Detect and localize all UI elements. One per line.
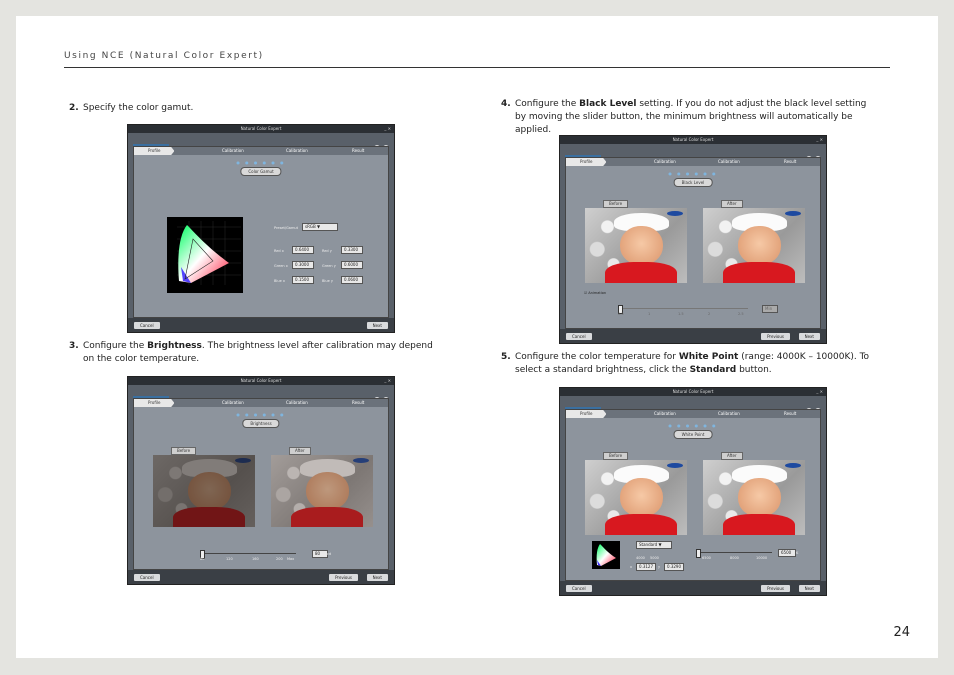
step-5: 5. Configure the color temperature for W… [501, 352, 870, 375]
previous-button[interactable]: Previous [761, 333, 790, 340]
black-level-slider[interactable] [618, 305, 748, 314]
screenshot-white-point: Natural Color Expert_ ✕ Calibration Unif… [559, 387, 827, 596]
cancel-button[interactable]: Cancel [566, 333, 592, 340]
step-calibration: Calibration [222, 148, 244, 153]
step-3: 3. Configure the Brightness. The brightn… [69, 341, 433, 364]
next-button[interactable]: Next [366, 322, 388, 329]
coord-label: Blue x [274, 279, 285, 283]
brightness-value-field[interactable]: 80 [312, 550, 328, 558]
preset-label: Preset/Gamut [274, 226, 298, 230]
next-button[interactable]: Next [798, 333, 820, 340]
section-pill: White Point [673, 430, 713, 439]
screenshot-color-gamut: Natural Color Expert_ ✕ Calibration Unif… [127, 124, 395, 333]
cancel-button[interactable]: Cancel [566, 585, 592, 592]
coord-field[interactable]: 0.6000 [341, 261, 363, 269]
step-text: Specify the color gamut. [83, 103, 194, 113]
screenshot-black-level: Natural Color Expert_ ✕ Calibration Unif… [559, 135, 827, 344]
before-label: Before [603, 200, 629, 208]
window-titlebar: Natural Color Expert _ ✕ [128, 125, 394, 133]
brightness-slider[interactable] [200, 550, 296, 559]
previous-button[interactable]: Previous [761, 585, 790, 592]
step-bar: Profile Calibration Calibration Result [134, 147, 388, 155]
cie-chart [167, 217, 243, 293]
previous-button[interactable]: Previous [329, 574, 358, 581]
coord-field[interactable]: 0.6400 [292, 246, 314, 254]
white-point-cie-chart [592, 541, 620, 569]
cancel-button[interactable]: Cancel [134, 574, 160, 581]
section-pill: Black Level [673, 178, 713, 187]
before-photo [153, 455, 255, 527]
after-photo [271, 455, 373, 527]
main-tabs: Calibration Uniformity Verification [133, 135, 250, 153]
coord-label: Blue y [322, 279, 333, 283]
panel: Profile Calibration Calibration Result ●… [133, 398, 389, 570]
coord-field[interactable]: 0.3300 [341, 246, 363, 254]
screenshot-brightness: Natural Color Expert_ ✕ Calibration Unif… [127, 376, 395, 585]
after-label: After [721, 452, 743, 460]
step-number: 2. [69, 103, 79, 113]
before-photo [585, 460, 687, 535]
step-profile: Profile [134, 147, 175, 155]
standard-select[interactable]: Standard ▼ [636, 541, 672, 549]
next-button[interactable]: Next [366, 574, 388, 581]
white-point-value-field[interactable]: 6500 [778, 549, 796, 557]
coord-label: Green y [322, 264, 336, 268]
before-photo [585, 208, 687, 283]
progress-dots: ● ● ● ● ● ● [236, 160, 286, 165]
white-point-slider[interactable] [696, 549, 772, 558]
x-coordinate-field[interactable]: 0.3127 [636, 563, 656, 571]
panel: Profile Calibration Calibration Result ●… [133, 146, 389, 318]
coord-field[interactable]: 0.1500 [292, 276, 314, 284]
cie-diagram-icon [177, 221, 241, 285]
before-label: Before [603, 452, 629, 460]
black-level-value-field[interactable]: Min [762, 305, 778, 313]
section-pill: Color Gamut [240, 167, 282, 176]
step-calibration-2: Calibration [286, 148, 308, 153]
after-label: After [721, 200, 743, 208]
header-rule [64, 67, 890, 68]
window-footer: Cancel Next [128, 318, 394, 332]
next-button[interactable]: Next [798, 585, 820, 592]
preset-select[interactable]: sRGB ▼ [302, 223, 338, 231]
after-photo [703, 460, 805, 535]
step-2: 2. Specify the color gamut. [69, 102, 439, 115]
coord-label: Green x [274, 264, 288, 268]
step-result: Result [352, 148, 365, 153]
after-label: After [289, 447, 311, 455]
coord-field[interactable]: 0.3000 [292, 261, 314, 269]
section-pill: Brightness [242, 419, 280, 428]
cie-diagram-icon [596, 544, 616, 566]
coord-field[interactable]: 0.0600 [341, 276, 363, 284]
panel: Profile Calibration Calibration Result ●… [565, 409, 821, 581]
animation-checkbox[interactable]: ☑ Animation [584, 291, 606, 295]
step-4: 4. Configure the Black Level setting. If… [501, 99, 867, 135]
cancel-button[interactable]: Cancel [134, 322, 160, 329]
coord-label: Red x [274, 249, 284, 253]
before-label: Before [171, 447, 197, 455]
page-header: Using NCE (Natural Color Expert) [64, 51, 264, 61]
panel: Profile Calibration Calibration Result ●… [565, 157, 821, 329]
y-coordinate-field[interactable]: 0.3290 [664, 563, 684, 571]
after-photo [703, 208, 805, 283]
manual-page: Using NCE (Natural Color Expert) 2. Spec… [16, 16, 938, 658]
slider-handle[interactable] [696, 549, 701, 558]
page-number: 24 [893, 625, 910, 640]
coord-label: Red y [322, 249, 332, 253]
